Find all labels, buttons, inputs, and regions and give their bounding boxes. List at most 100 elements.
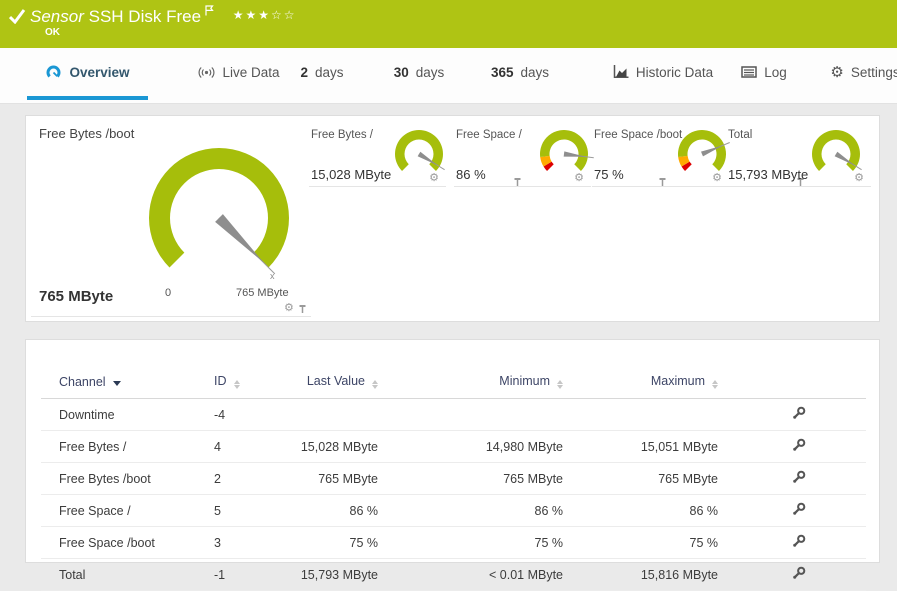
mini-gauge-actions: ⚙ <box>854 173 864 184</box>
maximum-value: 15,051 MByte <box>563 430 718 463</box>
channel-name[interactable]: Free Space /boot <box>41 526 214 559</box>
divider <box>31 316 311 317</box>
edit-channel-icon[interactable] <box>792 534 806 551</box>
main-gauge <box>149 148 289 275</box>
column-header-channel[interactable]: Channel <box>41 368 214 399</box>
channel-id: 4 <box>214 430 291 463</box>
last-value: 15,793 MByte <box>291 558 378 591</box>
tab-2-days[interactable]: 2 days <box>293 48 351 100</box>
maximum-value: 86 % <box>563 494 718 527</box>
channel-name[interactable]: Total <box>41 558 214 591</box>
sort-icon <box>372 380 378 389</box>
table-header-row: Channel ID Last Value Minimum Maximum <box>41 368 866 399</box>
mini-gauge-total: Total 15,793 MByte ⚙ <box>726 124 871 187</box>
channel-name[interactable]: Free Space / <box>41 494 214 527</box>
priority-flag-icon[interactable] <box>205 5 214 16</box>
edit-channel-icon[interactable] <box>792 438 806 455</box>
tab-settings[interactable]: ⚙ Settings <box>827 48 897 100</box>
priority-stars[interactable]: ★★★☆☆ <box>233 8 297 22</box>
tab-bar: Overview Live Data 2 days 30 days 365 days … <box>0 48 897 104</box>
channel-id: 3 <box>214 526 291 559</box>
tab-30-days[interactable]: 30 days <box>386 48 452 100</box>
channels-table: Channel ID Last Value Minimum Maximum Do… <box>41 368 866 591</box>
gauge-gear-icon[interactable]: ⚙ <box>712 173 722 184</box>
channel-name[interactable]: Free Bytes / <box>41 430 214 463</box>
mini-gauge-value: 15,028 MByte <box>311 167 392 182</box>
area-chart-icon <box>613 65 629 78</box>
tab-overview[interactable]: Overview <box>27 48 148 100</box>
edit-channel-icon[interactable] <box>792 502 806 519</box>
last-value: 75 % <box>291 526 378 559</box>
sensor-header-bar: Sensor SSH Disk Free ★★★☆☆ OK <box>0 0 897 48</box>
column-header-actions <box>718 368 866 399</box>
mini-gauge-free-bytes-root: Free Bytes / 15,028 MByte ⚙ <box>309 124 521 187</box>
gauge-gear-icon[interactable]: ⚙ <box>574 173 584 184</box>
table-row-free-bytes-root: Free Bytes / 4 15,028 MByte 14,980 MByte… <box>41 430 866 463</box>
mini-gauge-value: 86 % <box>456 167 486 182</box>
last-value <box>291 398 378 431</box>
broadcast-icon <box>198 66 215 78</box>
channel-name[interactable]: Downtime <box>41 398 214 431</box>
mini-gauge-title: Free Space / <box>456 129 522 141</box>
mini-gauge-free-space-boot: Free Space /boot 75 % ⚙ <box>592 124 804 187</box>
channel-id: 2 <box>214 462 291 495</box>
main-gauge-actions: ⚙ <box>284 303 307 314</box>
table-row-downtime: Downtime -4 <box>41 398 866 431</box>
edit-channel-icon[interactable] <box>792 566 806 583</box>
channel-name[interactable]: Free Bytes /boot <box>41 462 214 495</box>
mini-gauge-value: 75 % <box>594 167 624 182</box>
table-row-free-space-boot: Free Space /boot 3 75 % 75 % 75 % <box>41 526 866 559</box>
mini-gauge-value: 15,793 MByte <box>728 167 809 182</box>
maximum-value: 765 MByte <box>563 462 718 495</box>
main-gauge-max-marker: x <box>270 271 275 281</box>
mini-gauge-title: Total <box>728 129 753 141</box>
column-header-id[interactable]: ID <box>214 368 291 399</box>
edit-channel-icon[interactable] <box>792 470 806 487</box>
channel-id: -1 <box>214 558 291 591</box>
main-gauge-value: 765 MByte <box>39 288 114 305</box>
minimum-value: 765 MByte <box>378 462 563 495</box>
mini-gauge-free-space-root: Free Space / 86 % ⚙ <box>454 124 666 187</box>
gauge-pin-icon[interactable] <box>298 304 307 314</box>
table-row-free-space-root: Free Space / 5 86 % 86 % 86 % <box>41 494 866 527</box>
mini-gauge-actions: ⚙ <box>429 173 521 186</box>
mini-gauge-actions: ⚙ <box>574 173 666 186</box>
gauge-gear-icon[interactable]: ⚙ <box>854 173 864 184</box>
main-gauge-title: Free Bytes /boot <box>39 126 135 141</box>
channel-id: 5 <box>214 494 291 527</box>
page-title: Sensor SSH Disk Free ★★★☆☆ <box>30 5 297 27</box>
maximum-value: 15,816 MByte <box>563 558 718 591</box>
channel-id: -4 <box>214 398 291 431</box>
column-header-maximum[interactable]: Maximum <box>563 368 718 399</box>
sort-desc-icon <box>112 380 121 386</box>
last-value: 86 % <box>291 494 378 527</box>
main-gauge-scale-min: 0 <box>165 287 172 299</box>
gauges-panel: Free Bytes /boot 0 765 MByte x 765 MByte… <box>25 115 880 322</box>
mini-gauge-actions: ⚙ <box>712 173 804 186</box>
sort-icon <box>712 380 718 389</box>
minimum-value: 75 % <box>378 526 563 559</box>
status-badge: OK <box>45 27 60 38</box>
tab-historic-data[interactable]: Historic Data <box>604 48 722 100</box>
edit-channel-icon[interactable] <box>792 406 806 423</box>
gauge-icon <box>47 65 61 77</box>
column-header-minimum[interactable]: Minimum <box>378 368 563 399</box>
table-row-total: Total -1 15,793 MByte < 0.01 MByte 15,81… <box>41 558 866 591</box>
status-ok-check-icon <box>9 9 26 24</box>
minimum-value: 14,980 MByte <box>378 430 563 463</box>
main-gauge-scale-max: 765 MByte <box>236 287 289 299</box>
minimum-value: < 0.01 MByte <box>378 558 563 591</box>
column-header-last-value[interactable]: Last Value <box>291 368 378 399</box>
gauge-gear-icon[interactable]: ⚙ <box>284 303 294 314</box>
tab-log[interactable]: Log <box>733 48 795 100</box>
title-prefix: Sensor <box>30 7 84 26</box>
gauge-gear-icon[interactable]: ⚙ <box>429 173 439 184</box>
sort-icon <box>233 380 240 389</box>
log-list-icon <box>741 66 757 78</box>
tab-live-data[interactable]: Live Data <box>195 48 283 100</box>
gear-icon: ⚙ <box>830 63 844 81</box>
maximum-value <box>563 398 718 431</box>
sensor-name: SSH Disk Free <box>88 7 202 26</box>
tab-365-days[interactable]: 365 days <box>482 48 558 100</box>
last-value: 765 MByte <box>291 462 378 495</box>
